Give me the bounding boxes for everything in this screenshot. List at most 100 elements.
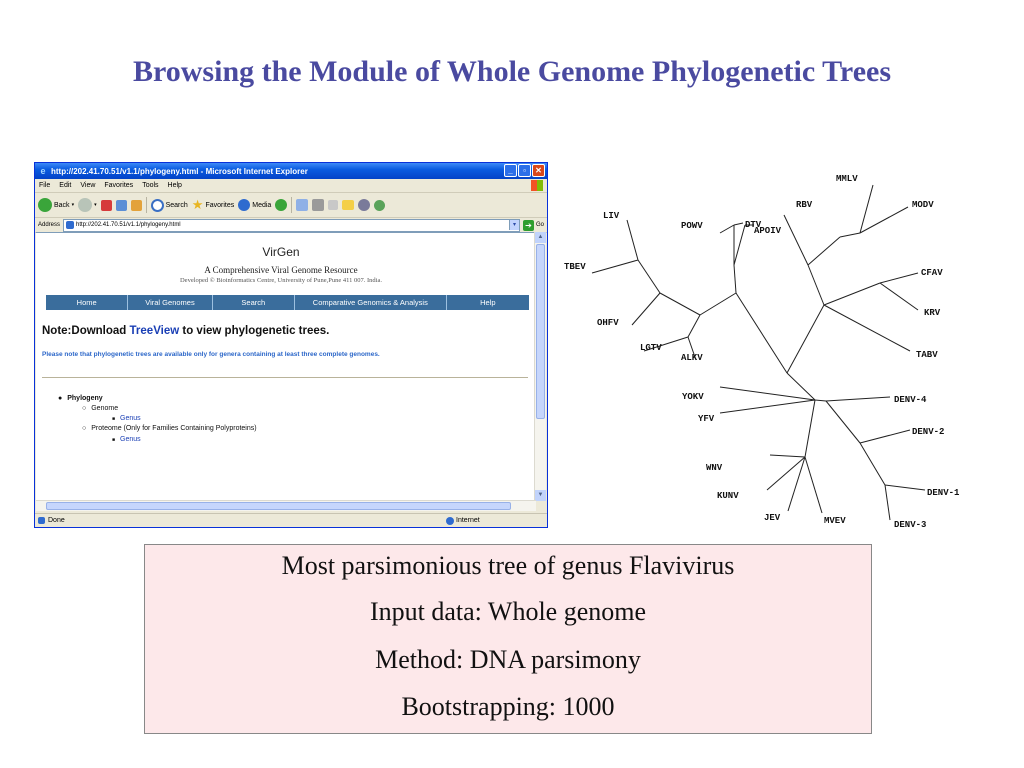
media-icon <box>238 199 251 211</box>
tree-labels: MMLV MODV RBV DTV APOIV POWV LIV TBEV OH… <box>564 174 960 530</box>
menu-favorites[interactable]: Favorites <box>104 182 133 189</box>
close-button[interactable]: ✕ <box>532 164 545 177</box>
caption-line-1: Most parsimonious tree of genus Flavivir… <box>281 551 735 580</box>
tree-label: OHFV <box>597 318 619 328</box>
nav-viral-genomes[interactable]: Viral Genomes <box>128 295 213 310</box>
messenger-icon[interactable] <box>374 199 386 211</box>
caption-line-3: Method: DNA parsimony <box>375 645 641 674</box>
go-label: Go <box>535 222 544 228</box>
site-title: VirGen <box>262 245 300 259</box>
edit-icon[interactable] <box>328 200 339 210</box>
menu-bar: File Edit View Favorites Tools Help <box>35 179 547 193</box>
status-text: Done <box>48 517 65 524</box>
discuss-icon[interactable] <box>358 199 371 211</box>
tree-label: MMLV <box>836 174 858 184</box>
nav-search[interactable]: Search <box>213 295 295 310</box>
caption-box: Most parsimonious tree of genus Flavivir… <box>144 544 872 734</box>
go-arrow-icon: ➔ <box>522 219 534 231</box>
horizontal-scrollbar[interactable] <box>36 500 536 511</box>
mail-icon[interactable] <box>296 199 309 211</box>
back-button[interactable]: Back ▾ <box>38 198 74 212</box>
note-suffix: to view phylogenetic trees. <box>179 325 330 337</box>
tree-label: YOKV <box>682 392 704 402</box>
stop-icon[interactable] <box>100 199 112 211</box>
search-icon <box>150 198 164 212</box>
search-label: Search <box>165 201 188 209</box>
tree-label: KRV <box>924 308 941 318</box>
menu-file[interactable]: File <box>39 182 50 189</box>
print-icon[interactable] <box>312 199 325 211</box>
tree-label: TABV <box>916 350 938 360</box>
tree-label: DENV-1 <box>927 488 960 498</box>
address-bar: Address http://202.41.70.51/v1.1/phyloge… <box>35 218 547 233</box>
proteome-genus-link[interactable]: Genus <box>120 436 141 443</box>
tree-label: WNV <box>706 463 723 473</box>
phylogeny-heading: Phylogeny <box>67 395 103 402</box>
genome-genus-link[interactable]: Genus <box>120 415 141 422</box>
phylogenetic-tree: MMLV MODV RBV DTV APOIV POWV LIV TBEV OH… <box>564 174 960 530</box>
browser-window-title: http://202.41.70.51/v1.1/phylogeny.html … <box>51 166 308 176</box>
vertical-scrollbar[interactable]: ▲ ▼ <box>534 232 546 501</box>
tree-label: JEV <box>764 513 781 523</box>
tree-label: MVEV <box>824 516 846 526</box>
note-prefix: Note:Download <box>42 325 130 337</box>
menu-edit[interactable]: Edit <box>59 182 71 189</box>
forward-arrow-icon <box>78 198 93 212</box>
scroll-up-icon[interactable]: ▲ <box>535 232 546 243</box>
maximize-button[interactable]: ▫ <box>518 164 531 177</box>
tree-label: LGTV <box>640 343 662 353</box>
list-item: ○ Genome <box>82 405 119 412</box>
tree-label: KUNV <box>717 491 739 501</box>
status-page-icon <box>38 517 45 524</box>
folder-icon[interactable] <box>342 200 355 210</box>
site-subtitle: A Comprehensive Viral Genome Resource <box>204 265 358 275</box>
site-nav: Home Viral Genomes Search Comparative Ge… <box>46 295 529 310</box>
horizontal-scroll-thumb[interactable] <box>46 502 511 510</box>
address-dropdown-icon[interactable]: ▾ <box>508 220 519 230</box>
search-button[interactable]: Search <box>150 198 188 212</box>
list-item: ■ Genus <box>112 415 141 422</box>
page-content: VirGen A Comprehensive Viral Genome Reso… <box>36 232 536 502</box>
tree-label: TBEV <box>564 262 586 272</box>
menu-view[interactable]: View <box>80 182 95 189</box>
treeview-link[interactable]: TreeView <box>130 325 180 337</box>
page-icon <box>66 221 75 229</box>
scroll-thumb[interactable] <box>536 244 545 419</box>
scroll-down-icon[interactable]: ▼ <box>535 490 546 501</box>
nav-comparative-genomics[interactable]: Comparative Genomics & Analysis <box>295 295 447 310</box>
home-icon[interactable] <box>130 199 142 211</box>
go-button[interactable]: ➔ Go <box>522 219 544 231</box>
refresh-icon[interactable] <box>115 199 127 211</box>
nav-home[interactable]: Home <box>46 295 129 310</box>
favorites-label: Favorites <box>205 201 235 209</box>
globe-icon <box>446 516 454 525</box>
favorites-button[interactable]: ★ Favorites <box>192 197 234 213</box>
slide-title: Browsing the Module of Whole Genome Phyl… <box>132 55 891 88</box>
tree-label: DENV-2 <box>912 427 944 437</box>
tree-label: YFV <box>698 414 715 424</box>
history-icon[interactable] <box>275 199 288 211</box>
tree-label: APOIV <box>754 226 782 236</box>
media-label: Media <box>252 201 272 209</box>
tree-label: MODV <box>912 200 934 210</box>
site-credit: Developed © Bioinformatics Centre, Unive… <box>179 277 382 284</box>
status-bar: Done Internet <box>35 513 547 527</box>
tree-label: DENV-4 <box>894 395 927 405</box>
caption-line-4: Bootstrapping: 1000 <box>401 692 615 721</box>
tree-label: CFAV <box>921 268 943 278</box>
zone-text: Internet <box>456 517 480 524</box>
address-label: Address <box>38 222 61 228</box>
list-item: ● Phylogeny <box>58 395 103 402</box>
menu-tools[interactable]: Tools <box>142 182 158 189</box>
forward-button[interactable]: ▾ <box>78 198 97 212</box>
windows-logo-icon <box>531 180 543 191</box>
toolbar: Back ▾ ▾ Search ★ Favorites Media <box>35 193 547 218</box>
browser-titlebar: e http://202.41.70.51/v1.1/phylogeny.htm… <box>35 163 547 179</box>
media-button[interactable]: Media <box>238 199 271 211</box>
caption-line-2: Input data: Whole genome <box>369 597 647 626</box>
nav-help[interactable]: Help <box>447 295 529 310</box>
list-item: ○ Proteome (Only for Families Containing … <box>82 425 257 432</box>
address-input[interactable]: http://202.41.70.51/v1.1/phylogeny.html … <box>63 218 520 232</box>
minimize-button[interactable]: _ <box>504 164 517 177</box>
menu-help[interactable]: Help <box>168 182 182 189</box>
